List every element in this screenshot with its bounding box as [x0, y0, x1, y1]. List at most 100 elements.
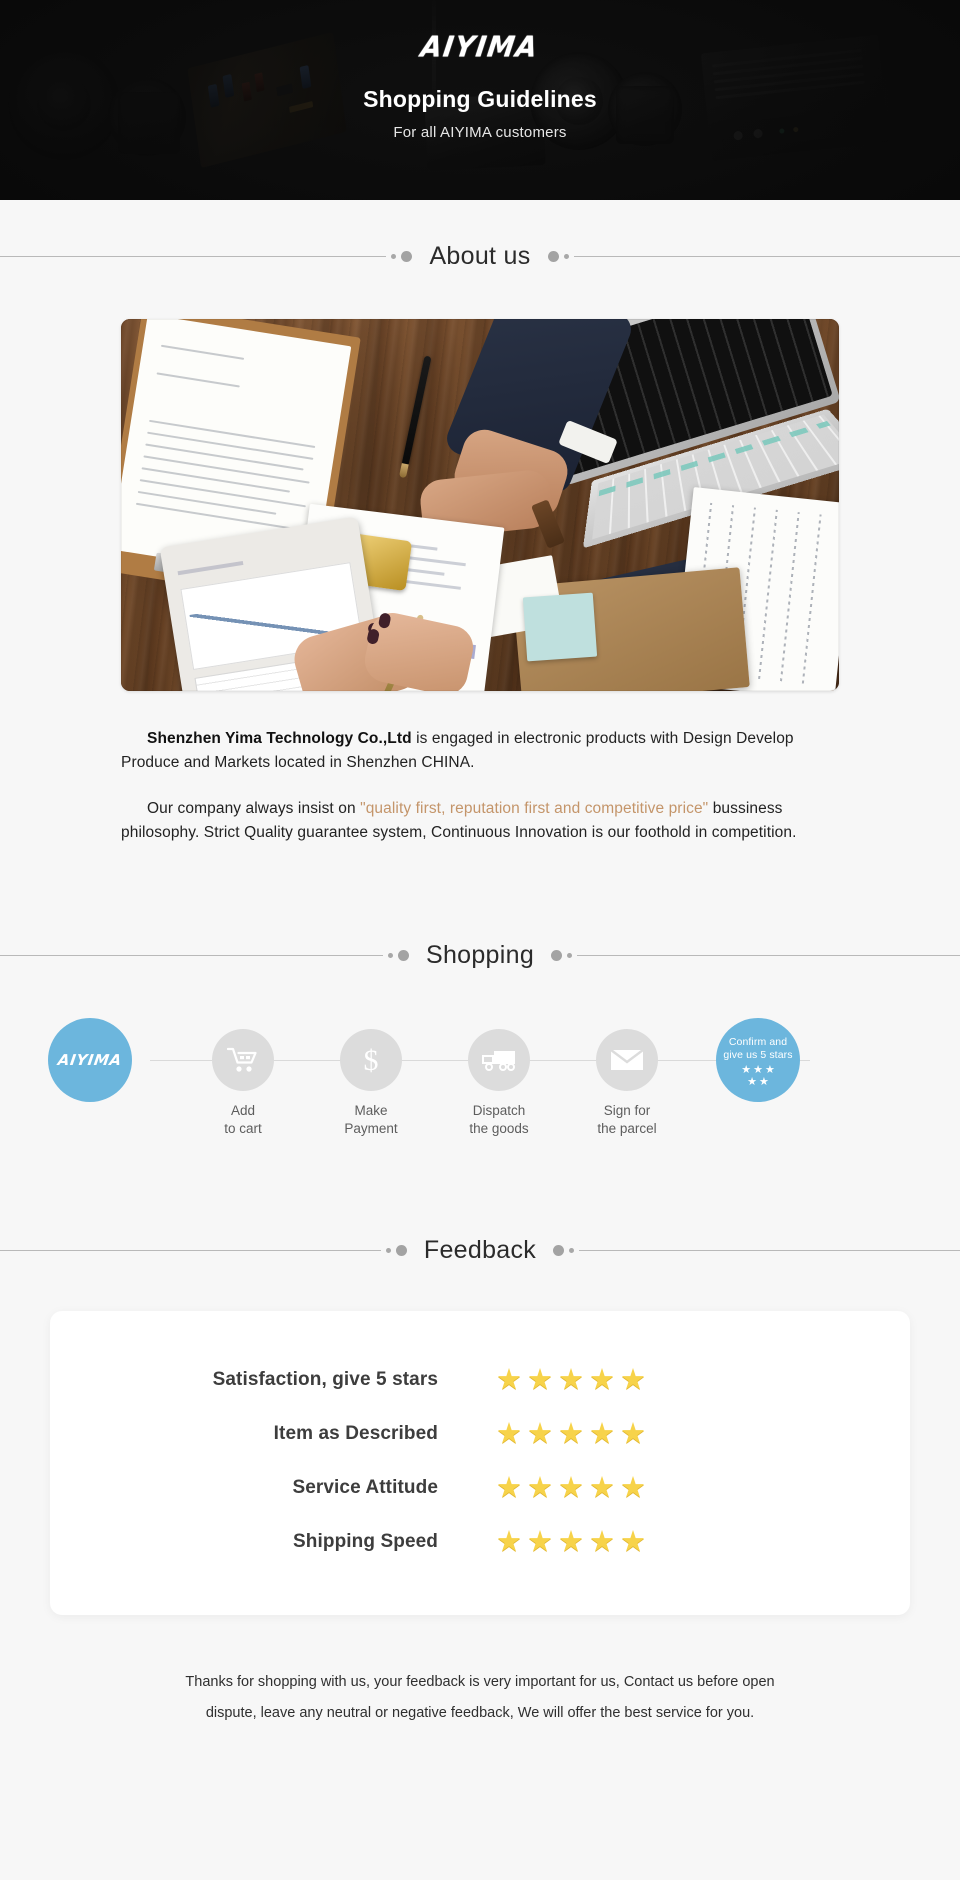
- divider-line-left: [0, 1250, 381, 1252]
- divider-line-right: [573, 256, 960, 257]
- confirm-stars-label: Confirm and give us 5 stars: [723, 1035, 793, 1062]
- aiyima-brand-circle: AIYIMA: [48, 1018, 132, 1103]
- footer-line-2: dispute, leave any neutral or negative f…: [205, 1704, 755, 1721]
- star-icon: ★: [527, 1525, 553, 1558]
- feedback-heading: Feedback: [423, 1236, 537, 1265]
- divider-small-dot-icon: [567, 953, 573, 959]
- step-confirm-five-stars[interactable]: Confirm and give us 5 stars ★ ★ ★ ★ ★: [698, 1012, 818, 1103]
- divider-line-left: [0, 256, 387, 257]
- divider-large-dot-icon: [547, 251, 559, 262]
- star-icon: ★: [496, 1363, 522, 1396]
- shopping-steps: AIYIMA Add to cart $ Make Payment Dispat…: [40, 1012, 920, 1144]
- step-make-payment[interactable]: $ Make Payment: [311, 1012, 431, 1138]
- divider-line-right: [579, 1250, 960, 1252]
- step-brand: AIYIMA: [30, 1012, 150, 1103]
- step-add-to-cart[interactable]: Add to cart: [183, 1012, 303, 1138]
- confirm-stars-circle[interactable]: Confirm and give us 5 stars ★ ★ ★ ★ ★: [716, 1018, 800, 1103]
- sticky-note: [522, 592, 598, 662]
- star-icon: ★: [759, 1076, 769, 1089]
- divider-small-dot-icon: [563, 254, 569, 259]
- step-label: Sign for the parcel: [597, 1103, 657, 1137]
- star-icon: ★: [496, 1471, 522, 1504]
- about-section: About us Shenzhen Yima Technology Co.,Lt…: [0, 200, 960, 845]
- shopping-section-header: Shopping: [0, 941, 960, 970]
- star-icon: ★: [496, 1417, 522, 1450]
- star-icon: ★: [589, 1363, 615, 1396]
- divider-large-dot-icon: [551, 950, 563, 962]
- brand-logo-wrap: AIYIMA: [419, 30, 541, 64]
- truck-icon-circle[interactable]: [468, 1029, 530, 1092]
- confirm-stars-top-row: ★ ★ ★: [741, 1065, 775, 1076]
- confirm-stars-bottom-row: ★ ★: [747, 1077, 769, 1088]
- feedback-stars: ★ ★ ★ ★ ★: [496, 1471, 646, 1504]
- star-icon: ★: [747, 1076, 757, 1089]
- about-paragraph-1: Shenzhen Yima Technology Co.,Ltd is enga…: [121, 727, 839, 775]
- shopping-section: Shopping AIYIMA Add to cart $ Make Payme…: [0, 941, 960, 1144]
- page-title: Shopping Guidelines: [363, 86, 597, 112]
- star-icon: ★: [558, 1417, 584, 1450]
- company-motto: "quality first, reputation first and com…: [360, 800, 709, 818]
- envelope-icon: [610, 1049, 644, 1071]
- page-subtitle: For all AIYIMA customers: [393, 124, 567, 141]
- feedback-stars: ★ ★ ★ ★ ★: [496, 1417, 646, 1450]
- divider-small-dot-icon: [387, 953, 393, 959]
- divider-line-left: [0, 955, 383, 957]
- star-icon: ★: [527, 1471, 553, 1504]
- hero-banner: AIYIMA Shopping Guidelines For all AIYIM…: [0, 0, 960, 200]
- feedback-stars: ★ ★ ★ ★ ★: [496, 1525, 646, 1558]
- step-label: Add to cart: [224, 1103, 262, 1137]
- cart-icon: [227, 1047, 257, 1072]
- star-icon: ★: [589, 1525, 615, 1558]
- shopping-heading: Shopping: [425, 941, 535, 970]
- dollar-icon: $: [364, 1044, 379, 1077]
- feedback-stars: ★ ★ ★ ★ ★: [496, 1363, 646, 1396]
- step-dispatch-goods[interactable]: Dispatch the goods: [439, 1012, 559, 1138]
- divider-large-dot-icon: [553, 1245, 565, 1257]
- step-label: Make Payment: [344, 1103, 398, 1137]
- step-label: Dispatch the goods: [469, 1103, 529, 1137]
- footer-line-1: Thanks for shopping with us, your feedba…: [185, 1674, 775, 1691]
- feedback-row: Item as Described ★ ★ ★ ★ ★: [50, 1407, 910, 1461]
- star-icon: ★: [620, 1417, 646, 1450]
- star-icon: ★: [496, 1525, 522, 1558]
- about-paragraph-2-pre: Our company always insist on: [147, 800, 361, 818]
- divider-small-dot-icon: [569, 1248, 575, 1254]
- star-icon: ★: [741, 1064, 752, 1077]
- aiyima-logo-small: AIYIMA: [56, 1051, 124, 1070]
- svg-text:$: $: [364, 1044, 379, 1077]
- star-icon: ★: [620, 1363, 646, 1396]
- feedback-label: Item as Described: [273, 1423, 438, 1445]
- footer-note: Thanks for shopping with us, your feedba…: [100, 1667, 860, 1728]
- feedback-label: Satisfaction, give 5 stars: [212, 1369, 438, 1391]
- envelope-icon-circle[interactable]: [596, 1029, 658, 1092]
- aiyima-logo: AIYIMA: [419, 30, 541, 64]
- star-icon: ★: [527, 1363, 553, 1396]
- feedback-row: Satisfaction, give 5 stars ★ ★ ★ ★ ★: [50, 1353, 910, 1407]
- star-icon: ★: [620, 1471, 646, 1504]
- feedback-section: Feedback Satisfaction, give 5 stars ★ ★ …: [0, 1236, 960, 1728]
- feedback-label: Service Attitude: [292, 1477, 438, 1499]
- divider-small-dot-icon: [391, 254, 397, 259]
- feedback-label: Shipping Speed: [293, 1531, 438, 1553]
- feedback-row: Service Attitude ★ ★ ★ ★ ★: [50, 1461, 910, 1515]
- feedback-row: Shipping Speed ★ ★ ★ ★ ★: [50, 1515, 910, 1569]
- star-icon: ★: [589, 1471, 615, 1504]
- star-icon: ★: [558, 1525, 584, 1558]
- about-paragraph-2: Our company always insist on "quality fi…: [121, 797, 839, 845]
- star-icon: ★: [753, 1064, 763, 1077]
- feedback-card: Satisfaction, give 5 stars ★ ★ ★ ★ ★ Ite…: [50, 1311, 910, 1616]
- company-name: Shenzhen Yima Technology Co.,Ltd: [147, 730, 412, 747]
- step-sign-for-parcel[interactable]: Sign for the parcel: [567, 1012, 687, 1138]
- dollar-icon-circle[interactable]: $: [340, 1029, 402, 1092]
- about-text: Shenzhen Yima Technology Co.,Ltd is enga…: [121, 727, 839, 845]
- star-icon: ★: [558, 1471, 584, 1504]
- star-icon: ★: [558, 1363, 584, 1396]
- feedback-section-header: Feedback: [0, 1236, 960, 1265]
- divider-small-dot-icon: [385, 1248, 391, 1254]
- cart-icon-circle[interactable]: [212, 1029, 274, 1092]
- star-icon: ★: [589, 1417, 615, 1450]
- star-icon: ★: [764, 1064, 775, 1077]
- divider-large-dot-icon: [401, 251, 413, 262]
- about-photo: [121, 319, 839, 691]
- truck-icon: [482, 1051, 515, 1072]
